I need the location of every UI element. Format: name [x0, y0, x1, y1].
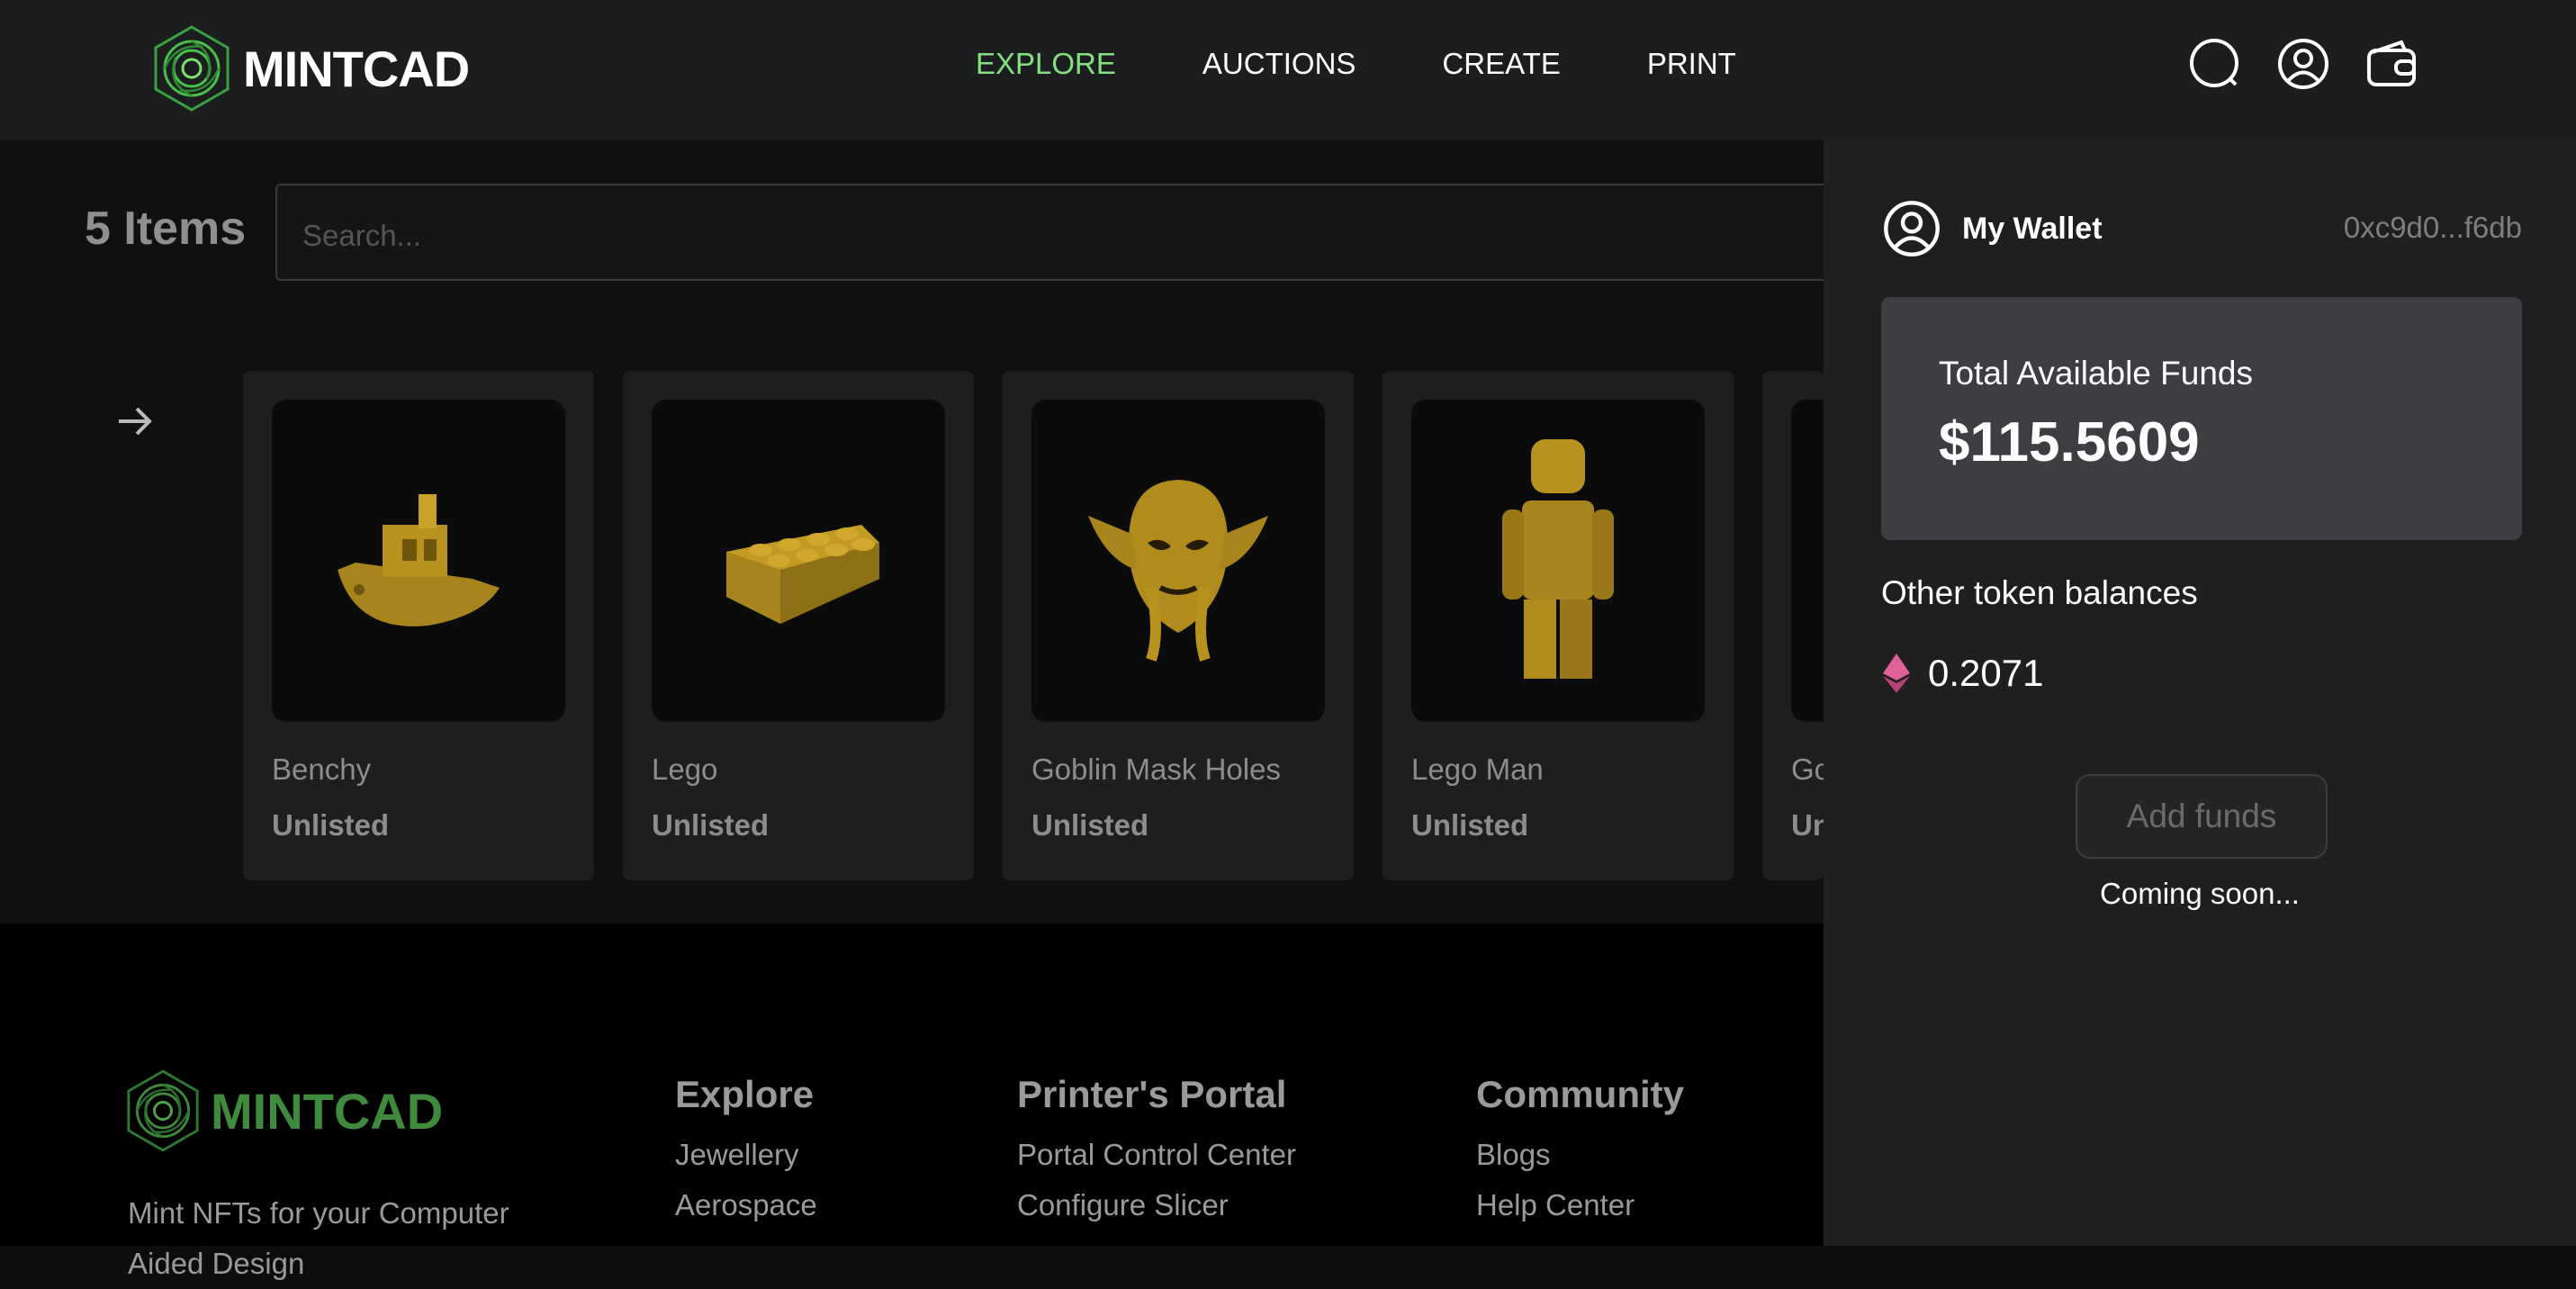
wallet-address[interactable]: 0xc9d0...f6db [2344, 211, 2522, 245]
footer-logo[interactable]: MINTCAD [126, 1069, 443, 1152]
search-icon[interactable] [2189, 38, 2241, 90]
token-balance: 0.2071 [1883, 652, 2043, 695]
footer-column-title: Printer's Portal [1017, 1073, 1287, 1115]
footer-brand-name: MINTCAD [211, 1082, 444, 1140]
brand-logo[interactable]: MINTCAD [153, 25, 470, 112]
item-card[interactable]: Lego Man Unlisted [1383, 371, 1734, 880]
footer-column-printers-portal: Printer's Portal Portal Control Center C… [1017, 1073, 1296, 1239]
item-name: Benchy [272, 753, 372, 786]
wallet-icon[interactable] [2365, 38, 2418, 90]
item-status: Unlisted [1031, 808, 1149, 842]
spiral-logo-icon [154, 25, 230, 112]
item-status: Unlisted [1411, 808, 1529, 842]
wallet-title: My Wallet [1962, 211, 2103, 246]
footer-link[interactable]: Portal Control Center [1017, 1138, 1296, 1172]
brick-model-icon [726, 525, 879, 624]
item-name: Lego Man [1411, 753, 1544, 786]
search-box[interactable] [275, 184, 1896, 281]
footer-tagline: Mint NFTs for your Computer Aided Design [128, 1196, 509, 1280]
item-status: Un [1791, 808, 1824, 842]
item-card[interactable]: Benchy Unlisted [243, 371, 594, 880]
item-card[interactable]: Goblin Mask Holes Unlisted [1003, 371, 1354, 880]
account-icon[interactable] [2277, 38, 2329, 90]
add-funds-button[interactable]: Add funds [2076, 774, 2328, 859]
nav-explore[interactable]: EXPLORE [976, 47, 1116, 81]
item-name: Lego [652, 753, 718, 786]
item-thumbnail [1031, 400, 1325, 722]
nav-create[interactable]: CREATE [1442, 47, 1560, 81]
top-nav-bar: MINTCAD EXPLORE AUCTIONS CREATE PRINT [0, 0, 2576, 140]
footer-link[interactable]: Blogs [1476, 1138, 1684, 1172]
item-name: Go [1791, 753, 1824, 786]
footer-column-explore: Explore Jewellery Aerospace [675, 1073, 817, 1239]
other-balances-label: Other token balances [1881, 574, 2198, 611]
footer-link[interactable]: Jewellery [675, 1138, 817, 1172]
funds-label: Total Available Funds [1939, 355, 2253, 392]
items-count: 5 Items [85, 203, 247, 255]
item-status: Unlisted [272, 808, 390, 842]
wallet-header: My Wallet [1883, 200, 2103, 257]
token-value: 0.2071 [1928, 652, 2044, 694]
mask-model-icon [1088, 480, 1268, 662]
brand-name: MINTCAD [243, 40, 470, 97]
funds-card: Total Available Funds $115.5609 [1881, 297, 2522, 540]
item-thumbnail [272, 400, 565, 722]
main-nav: EXPLORE AUCTIONS CREATE PRINT [976, 47, 1823, 81]
coming-soon-note: Coming soon... [2100, 877, 2300, 910]
wallet-panel: My Wallet 0xc9d0...f6db Total Available … [1824, 140, 2576, 1246]
nav-print[interactable]: PRINT [1647, 47, 1736, 81]
listing-section: 5 Items Benchy Unlisted [0, 140, 1896, 924]
site-footer: MINTCAD Mint NFTs for your Computer Aide… [0, 924, 1824, 1280]
figure-model-icon [1502, 439, 1614, 679]
item-name: Goblin Mask Holes [1031, 753, 1281, 786]
footer-link[interactable]: Aerospace [675, 1188, 817, 1222]
footer-column-title: Explore [675, 1073, 815, 1115]
boat-model-icon [338, 494, 500, 626]
item-thumbnail [1791, 400, 1824, 722]
account-icon [1884, 201, 1940, 257]
footer-link[interactable]: Help Center [1476, 1188, 1684, 1222]
item-card[interactable]: Go Un [1762, 371, 1824, 880]
item-status: Unlisted [652, 808, 770, 842]
footer-link[interactable]: Configure Slicer [1017, 1188, 1296, 1222]
footer-column-community: Community Blogs Help Center [1476, 1073, 1684, 1239]
nav-auctions[interactable]: AUCTIONS [1202, 47, 1356, 81]
item-thumbnail [1411, 400, 1705, 722]
arrow-right-icon[interactable] [115, 401, 155, 446]
search-input[interactable] [301, 218, 1384, 254]
item-thumbnail [652, 400, 945, 722]
item-card[interactable]: Lego Unlisted [623, 371, 974, 880]
funds-value: $115.5609 [1939, 411, 2200, 473]
header-actions [2189, 38, 2418, 90]
footer-column-title: Community [1476, 1073, 1684, 1115]
spiral-logo-icon [127, 1069, 199, 1152]
ethereum-icon [1883, 654, 1910, 693]
